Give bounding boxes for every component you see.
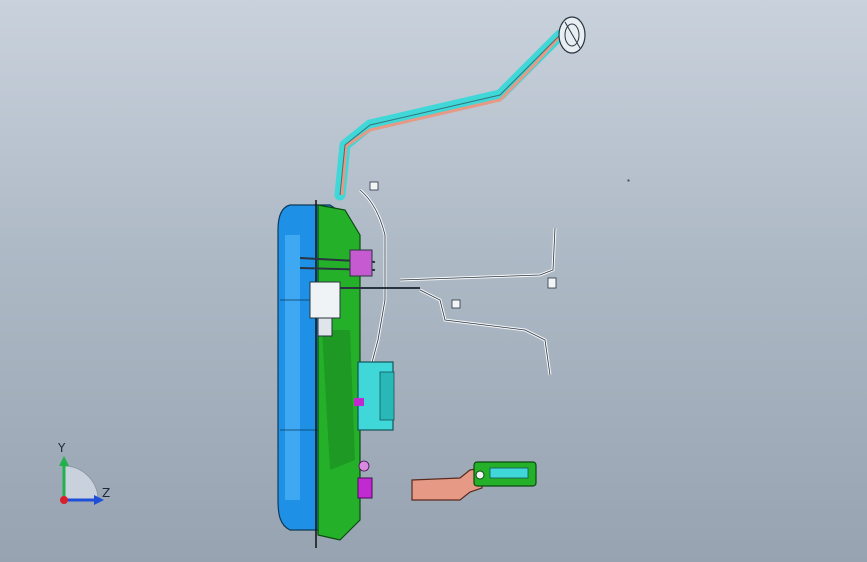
cad-model-scene[interactable] xyxy=(0,0,867,562)
triad-z-label: Z xyxy=(102,486,111,500)
triad-y-label: Y xyxy=(58,441,66,455)
evap-canister[interactable] xyxy=(354,361,395,431)
lower-fittings[interactable] xyxy=(357,460,373,499)
vent-lines[interactable] xyxy=(359,188,557,376)
coordinate-triad xyxy=(59,456,104,505)
cad-viewport[interactable]: Y Z xyxy=(0,0,867,562)
triad-x-axis xyxy=(60,496,68,504)
pedal-assembly[interactable] xyxy=(411,461,537,501)
filler-neck[interactable] xyxy=(334,29,566,201)
filler-cap[interactable] xyxy=(558,16,586,54)
